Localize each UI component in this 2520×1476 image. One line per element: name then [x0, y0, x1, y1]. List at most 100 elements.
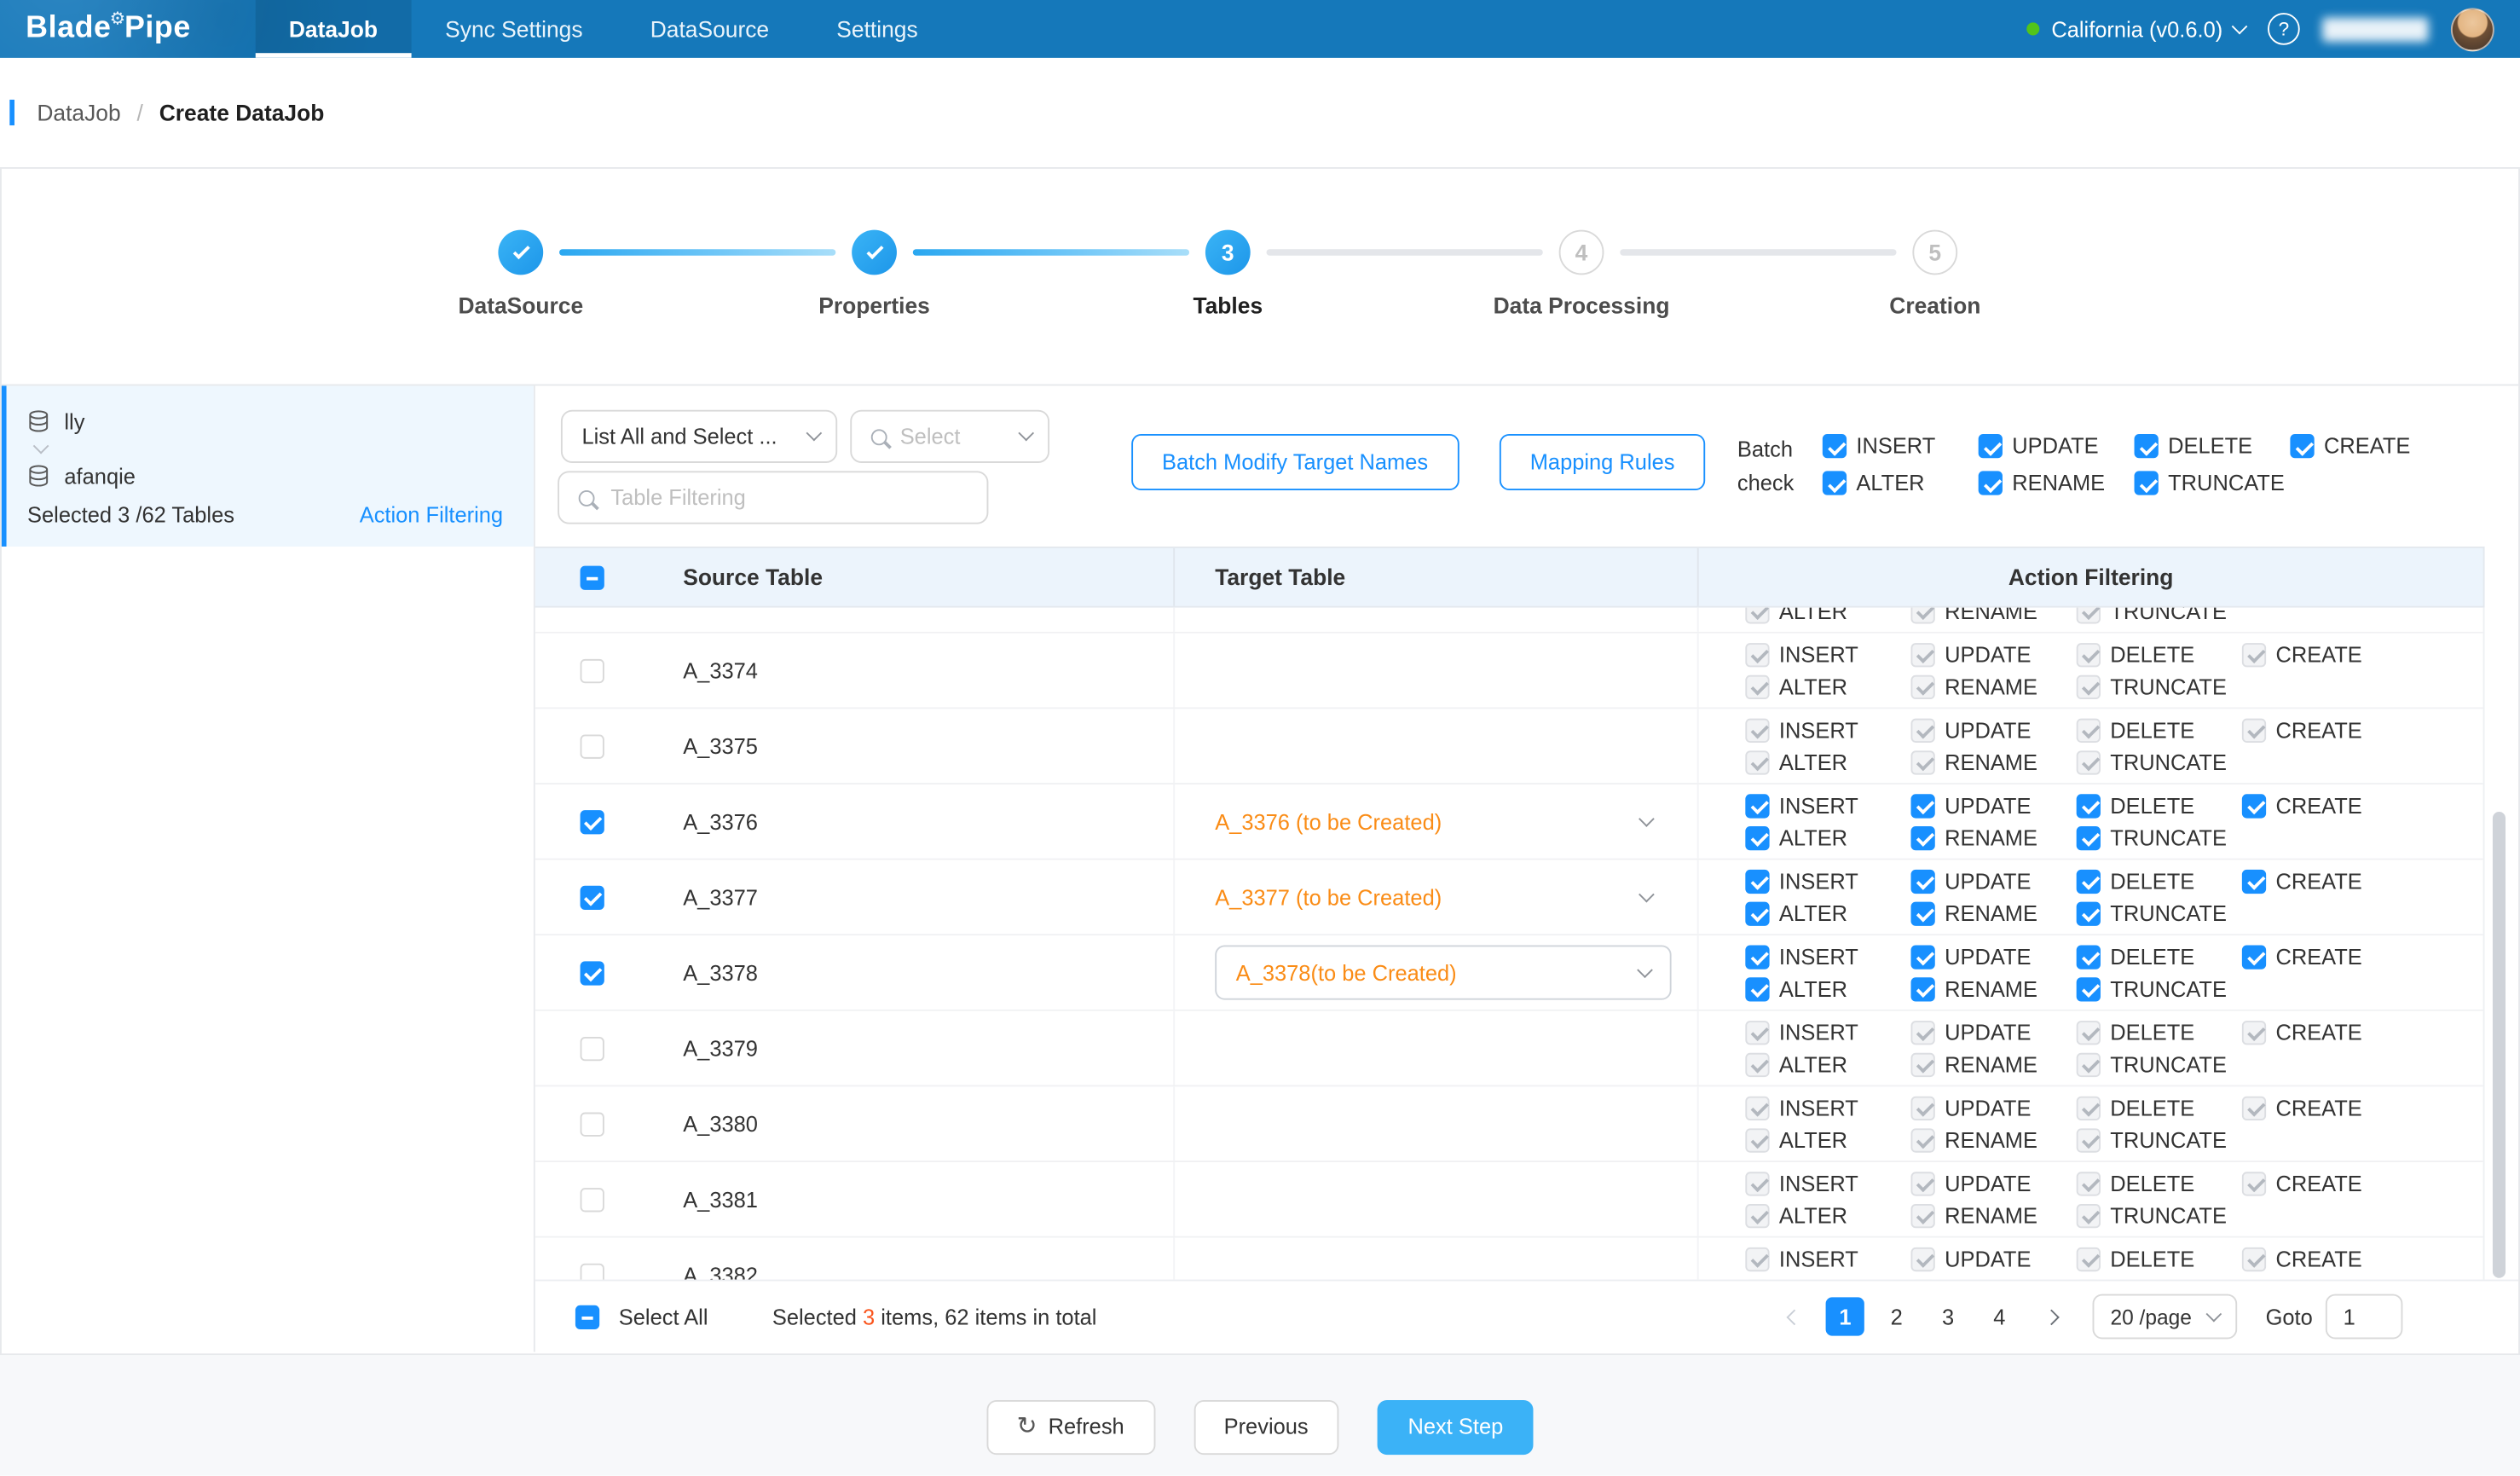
- action-checkbox[interactable]: [2077, 976, 2101, 1000]
- next-page-button[interactable]: [2032, 1297, 2070, 1335]
- column-header-source: Source Table: [648, 548, 1175, 606]
- table-body: INSERT UPDATE DELETE CREATE ALTER RENAME TRUN…: [535, 608, 2485, 1280]
- select-all-checkbox[interactable]: [575, 1305, 599, 1328]
- page-number[interactable]: 2: [1877, 1297, 1916, 1335]
- action-checkbox[interactable]: [2077, 793, 2101, 817]
- source-table-name: A_3380: [683, 1112, 758, 1136]
- batch-action-checkbox[interactable]: [1823, 434, 1847, 458]
- action-label: ALTER: [1779, 1203, 1847, 1227]
- row-checkbox[interactable]: [580, 1112, 604, 1136]
- row-checkbox[interactable]: [580, 734, 604, 758]
- nav-item-sync-settings[interactable]: Sync Settings: [412, 0, 617, 58]
- action-checkbox[interactable]: [1745, 825, 1769, 849]
- action-label: TRUNCATE: [2110, 1127, 2227, 1151]
- page-number[interactable]: 3: [1928, 1297, 1967, 1335]
- action-checkbox[interactable]: [1745, 869, 1769, 893]
- batch-action-checkbox[interactable]: [2135, 434, 2159, 458]
- help-button[interactable]: ?: [2268, 13, 2300, 45]
- action-checkbox: [1911, 1096, 1935, 1120]
- action-checkbox[interactable]: [1911, 976, 1935, 1000]
- action-label: RENAME: [1945, 901, 2037, 925]
- column-header-target: Target Table: [1175, 548, 1699, 606]
- region-label: California (v0.6.0): [2051, 17, 2222, 41]
- action-label: RENAME: [1945, 825, 2037, 849]
- table-filter-input[interactable]: [608, 483, 968, 511]
- action-checkbox[interactable]: [1745, 901, 1769, 925]
- row-checkbox[interactable]: [580, 1187, 604, 1211]
- action-label: DELETE: [2110, 1020, 2194, 1044]
- action-checkbox[interactable]: [2077, 901, 2101, 925]
- action-label: RENAME: [1945, 1052, 2037, 1076]
- breadcrumb-parent[interactable]: DataJob: [37, 100, 120, 125]
- action-checkbox[interactable]: [1911, 793, 1935, 817]
- page-size-select[interactable]: 20 /page: [2093, 1294, 2237, 1340]
- action-checkbox[interactable]: [1745, 945, 1769, 969]
- action-checkbox[interactable]: [1911, 901, 1935, 925]
- action-checkbox[interactable]: [1911, 825, 1935, 849]
- next-step-button[interactable]: Next Step: [1378, 1399, 1534, 1454]
- action-label: RENAME: [2012, 471, 2105, 495]
- app-root: Blade⚙Pipe DataJob Sync Settings DataSou…: [0, 0, 2520, 1476]
- column-select[interactable]: Select: [850, 410, 1049, 463]
- batch-action-checkbox[interactable]: [2290, 434, 2314, 458]
- batch-action-checkbox[interactable]: [1823, 471, 1847, 495]
- page-number[interactable]: 4: [1980, 1297, 2019, 1335]
- row-checkbox[interactable]: [580, 658, 604, 682]
- action-checkbox[interactable]: [2242, 793, 2266, 817]
- db-pair-item[interactable]: lly afanqie Selected 3 /62 Tables Action…: [2, 385, 534, 547]
- target-table-value[interactable]: A_3376 (to be Created): [1175, 809, 1697, 833]
- app-logo[interactable]: Blade⚙Pipe: [0, 0, 210, 58]
- action-label: UPDATE: [1945, 1171, 2031, 1195]
- action-checkbox[interactable]: [2077, 825, 2101, 849]
- pagination: 1 2 3 4 20 /page Goto: [1774, 1294, 2402, 1340]
- select-all-checkbox[interactable]: [580, 565, 604, 589]
- action-label: CREATE: [2275, 869, 2361, 893]
- step-label: Data Processing: [1494, 292, 1670, 318]
- avatar[interactable]: [2451, 7, 2494, 50]
- refresh-button[interactable]: ↻ Refresh: [986, 1399, 1155, 1454]
- action-checkbox[interactable]: [1745, 976, 1769, 1000]
- action-checkbox[interactable]: [1745, 793, 1769, 817]
- target-table-value[interactable]: A_3377 (to be Created): [1175, 885, 1697, 909]
- vertical-scrollbar[interactable]: [2493, 812, 2506, 1278]
- goto-input[interactable]: [2326, 1294, 2402, 1340]
- action-checkbox: [2077, 642, 2101, 666]
- target-table-name: A_3376 (to be Created): [1215, 809, 1442, 833]
- table-filter: [558, 471, 988, 524]
- action-label: INSERT: [1779, 1096, 1858, 1120]
- chevron-down-icon: [806, 425, 823, 442]
- chevron-down-icon: [1018, 425, 1034, 442]
- batch-action-checkbox[interactable]: [1979, 471, 2003, 495]
- action-checkbox[interactable]: [1911, 869, 1935, 893]
- nav-item-settings[interactable]: Settings: [803, 0, 952, 58]
- action-checkbox: [2077, 1020, 2101, 1044]
- logo-text-part1: Blade: [26, 11, 111, 46]
- action-filtering-link[interactable]: Action Filtering: [360, 503, 503, 527]
- action-filtering-cell: INSERTUPDATEDELETECREATE ALTERRENAMETRUN…: [1699, 1162, 2483, 1236]
- action-checkbox[interactable]: [2242, 869, 2266, 893]
- row-checkbox[interactable]: [580, 1263, 604, 1280]
- action-checkbox[interactable]: [2242, 945, 2266, 969]
- action-checkbox[interactable]: [1911, 945, 1935, 969]
- batch-modify-target-names-button[interactable]: Batch Modify Target Names: [1131, 434, 1459, 490]
- row-checkbox[interactable]: [580, 809, 604, 833]
- step-label: Properties: [818, 292, 930, 318]
- row-checkbox[interactable]: [580, 885, 604, 909]
- batch-action-checkbox[interactable]: [1979, 434, 2003, 458]
- row-checkbox[interactable]: [580, 960, 604, 984]
- nav-item-datajob[interactable]: DataJob: [255, 0, 411, 58]
- action-checkbox[interactable]: [2077, 945, 2101, 969]
- row-checkbox[interactable]: [580, 1036, 604, 1060]
- action-checkbox: [2242, 1096, 2266, 1120]
- action-checkbox[interactable]: [2077, 869, 2101, 893]
- previous-button[interactable]: Previous: [1194, 1399, 1339, 1454]
- list-mode-select[interactable]: List All and Select ...: [561, 410, 837, 463]
- nav-item-datasource[interactable]: DataSource: [616, 0, 803, 58]
- region-selector[interactable]: California (v0.6.0): [2027, 17, 2245, 41]
- target-table-select[interactable]: A_3378(to be Created): [1215, 945, 1671, 999]
- mapping-rules-button[interactable]: Mapping Rules: [1500, 434, 1705, 490]
- step-connector: [1267, 249, 1543, 256]
- prev-page-button[interactable]: [1774, 1297, 1812, 1335]
- page-number[interactable]: 1: [1826, 1297, 1864, 1335]
- batch-action-checkbox[interactable]: [2135, 471, 2159, 495]
